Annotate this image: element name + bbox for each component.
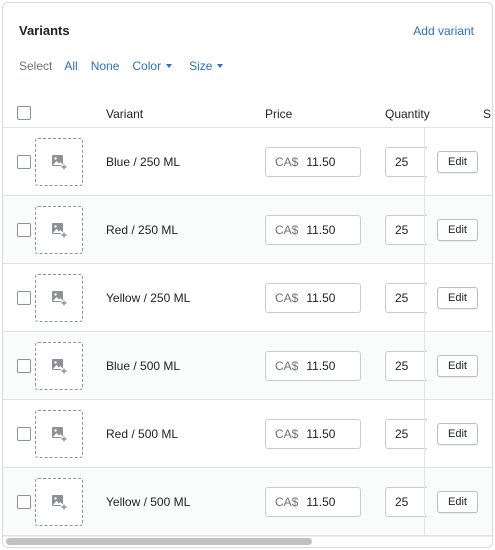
add-image-icon (52, 427, 67, 442)
row-checkbox[interactable] (17, 495, 31, 509)
quantity-input[interactable]: 25 (385, 487, 427, 517)
add-image-icon (52, 359, 67, 374)
variant-name: Red / 500 ML (106, 427, 179, 441)
add-variant-link[interactable]: Add variant (413, 24, 474, 38)
image-upload-placeholder[interactable] (35, 478, 83, 526)
price-value: 11.50 (306, 495, 336, 509)
image-upload-placeholder[interactable] (35, 342, 83, 390)
quantity-input[interactable]: 25 (385, 351, 427, 381)
currency-prefix: CA$ (275, 427, 299, 441)
row-checkbox[interactable] (17, 223, 31, 237)
variant-name: Red / 250 ML (106, 223, 179, 237)
price-value: 11.50 (306, 291, 336, 305)
row-checkbox[interactable] (17, 359, 31, 373)
table-row: Yellow / 500 ML CA$ 11.50 25 Edit (3, 468, 492, 536)
row-checkbox[interactable] (17, 427, 31, 441)
currency-prefix: CA$ (275, 291, 299, 305)
price-input[interactable]: CA$ 11.50 (265, 351, 361, 381)
currency-prefix: CA$ (275, 495, 299, 509)
header-variant: Variant (106, 107, 144, 121)
currency-prefix: CA$ (275, 359, 299, 373)
select-bar: Select All None Color Size (19, 58, 236, 74)
price-value: 11.50 (306, 427, 336, 441)
quantity-input[interactable]: 25 (385, 147, 427, 177)
row-checkbox[interactable] (17, 291, 31, 305)
price-value: 11.50 (306, 155, 336, 169)
select-label: Select (19, 59, 53, 73)
select-color-dropdown[interactable]: Color (132, 59, 173, 73)
caret-down-icon (217, 64, 224, 68)
image-upload-placeholder[interactable] (35, 138, 83, 186)
price-value: 11.50 (306, 223, 336, 237)
table-header: Variant Price Quantity S (3, 97, 492, 128)
currency-prefix: CA$ (275, 155, 299, 169)
price-value: 11.50 (306, 359, 336, 373)
variants-card: Variants Add variant Select All None Col… (2, 2, 493, 548)
table-row: Red / 250 ML CA$ 11.50 25 Edit (3, 196, 492, 264)
header-sku-partial: S (483, 107, 492, 121)
select-none-link[interactable]: None (91, 59, 120, 73)
caret-down-icon (166, 64, 173, 68)
select-all-checkbox[interactable] (17, 106, 31, 120)
table-row: Red / 500 ML CA$ 11.50 25 Edit (3, 400, 492, 468)
image-upload-placeholder[interactable] (35, 410, 83, 458)
select-all-link[interactable]: All (64, 59, 77, 73)
table-row: Yellow / 250 ML CA$ 11.50 25 Edit (3, 264, 492, 332)
header-quantity: Quantity (385, 107, 430, 121)
add-image-icon (52, 495, 67, 510)
image-upload-placeholder[interactable] (35, 274, 83, 322)
price-input[interactable]: CA$ 11.50 (265, 215, 361, 245)
variant-name: Blue / 500 ML (106, 359, 181, 373)
table-row: Blue / 500 ML CA$ 11.50 25 Edit (3, 332, 492, 400)
select-size-dropdown[interactable]: Size (189, 59, 224, 73)
table-row: Blue / 250 ML CA$ 11.50 25 Edit (3, 128, 492, 196)
quantity-input[interactable]: 25 (385, 419, 427, 449)
price-input[interactable]: CA$ 11.50 (265, 419, 361, 449)
add-image-icon (52, 155, 67, 170)
variant-name: Yellow / 500 ML (106, 495, 191, 509)
price-input[interactable]: CA$ 11.50 (265, 147, 361, 177)
price-input[interactable]: CA$ 11.50 (265, 283, 361, 313)
header-price: Price (265, 107, 293, 121)
horizontal-scrollbar-thumb[interactable] (6, 538, 312, 545)
quantity-input[interactable]: 25 (385, 215, 427, 245)
variant-name: Yellow / 250 ML (106, 291, 191, 305)
add-image-icon (52, 291, 67, 306)
variant-name: Blue / 250 ML (106, 155, 181, 169)
add-image-icon (52, 223, 67, 238)
price-input[interactable]: CA$ 11.50 (265, 487, 361, 517)
image-upload-placeholder[interactable] (35, 206, 83, 254)
currency-prefix: CA$ (275, 223, 299, 237)
row-checkbox[interactable] (17, 155, 31, 169)
sticky-column-divider (424, 128, 492, 536)
quantity-input[interactable]: 25 (385, 283, 427, 313)
card-title: Variants (19, 23, 70, 38)
